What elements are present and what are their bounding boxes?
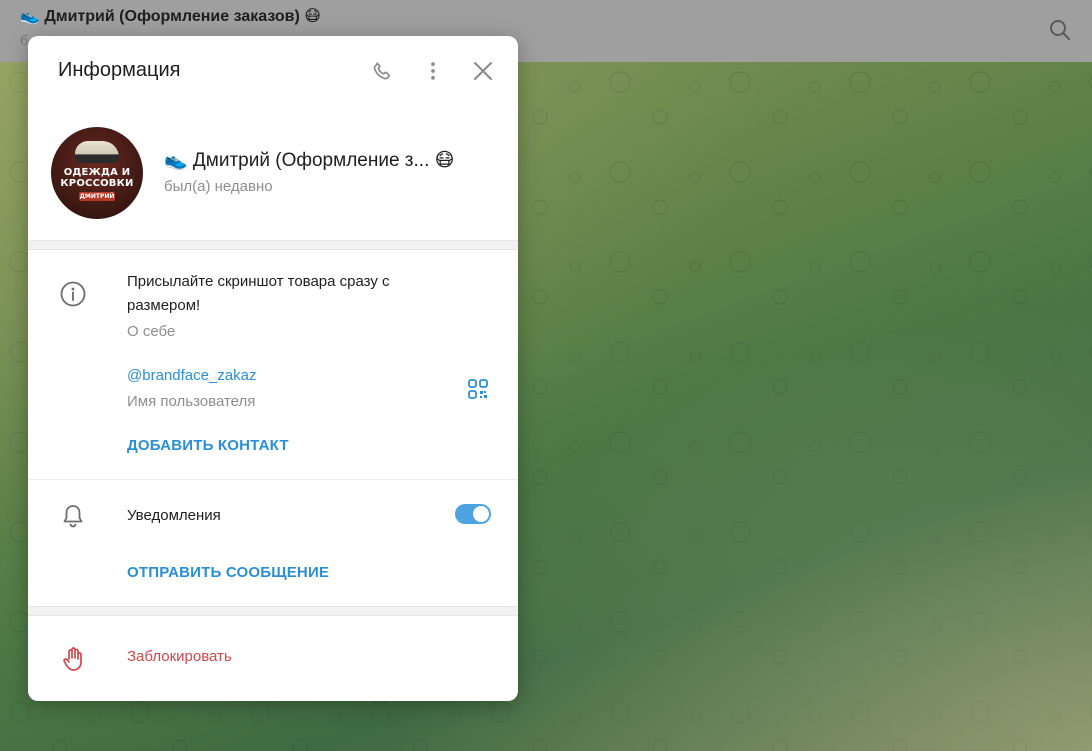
profile-name: 👟 Дмитрий (Оформление з... 😷: [164, 150, 455, 171]
toggle-knob: [473, 506, 489, 522]
info-icon: [60, 281, 86, 307]
profile-status: был(а) недавно: [164, 178, 273, 195]
bio-caption: О себе: [127, 323, 176, 340]
panel-title: Информация: [58, 59, 181, 81]
qr-code-icon[interactable]: [465, 376, 491, 402]
notifications-toggle[interactable]: [455, 504, 491, 524]
send-message-button[interactable]: ОТПРАВИТЬ СООБЩЕНИЕ: [127, 564, 329, 581]
hand-block-icon: [60, 646, 86, 672]
bio-text-line1: Присылайте скриншот товара сразу с: [127, 273, 390, 290]
search-icon[interactable]: [1048, 18, 1072, 42]
row-divider: [28, 479, 518, 480]
avatar-text-line2: КРОССОВКИ: [60, 178, 134, 189]
section-divider: [28, 240, 518, 250]
chat-title[interactable]: 👟 Дмитрий (Оформление заказов) 😷: [20, 6, 321, 26]
bell-icon: [60, 503, 86, 529]
user-info-panel: Информация ОДЕЖДА И КРОССОВКИ ДМИТРИЙ 👟 …: [28, 36, 518, 701]
avatar-text-line1: ОДЕЖДА И: [63, 167, 131, 178]
username-value[interactable]: @brandface_zakaz: [127, 367, 256, 384]
username-caption: Имя пользователя: [127, 393, 256, 410]
notifications-label: Уведомления: [127, 507, 221, 524]
avatar[interactable]: ОДЕЖДА И КРОССОВКИ ДМИТРИЙ: [51, 127, 143, 219]
add-contact-button[interactable]: ДОБАВИТЬ КОНТАКТ: [127, 437, 289, 454]
avatar-tag: ДМИТРИЙ: [79, 192, 115, 201]
profile-section: ОДЕЖДА И КРОССОВКИ ДМИТРИЙ 👟 Дмитрий (Оф…: [28, 108, 518, 240]
block-user-button[interactable]: Заблокировать: [127, 648, 232, 665]
phone-icon[interactable]: [369, 58, 395, 84]
more-vertical-icon[interactable]: [420, 58, 446, 84]
avatar-sneaker: [75, 141, 119, 163]
panel-header: Информация: [28, 36, 518, 108]
section-divider: [28, 606, 518, 616]
close-icon[interactable]: [470, 58, 496, 84]
bio-text-line2: размером!: [127, 297, 201, 314]
